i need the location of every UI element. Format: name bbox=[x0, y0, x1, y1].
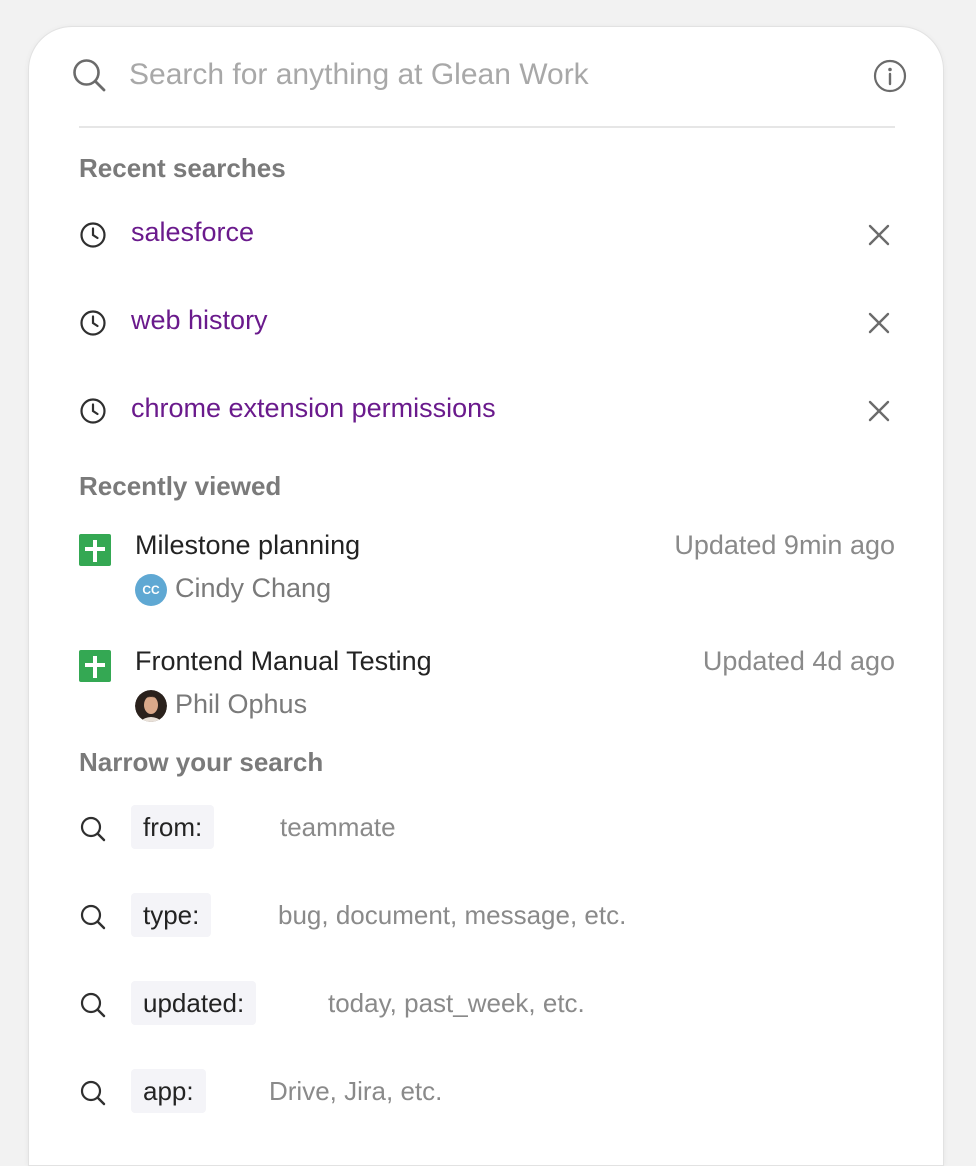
search-operator[interactable]: type: bbox=[131, 893, 212, 937]
search-bar bbox=[73, 27, 907, 128]
operator-hint: bug, document, message, etc. bbox=[278, 900, 627, 930]
recently-viewed-heading: Recently viewed bbox=[79, 471, 282, 501]
close-icon[interactable] bbox=[867, 311, 891, 335]
updated-time: Updated 4d ago bbox=[702, 646, 895, 676]
recent-searches-heading: Recent searches bbox=[79, 153, 286, 183]
close-icon[interactable] bbox=[867, 223, 891, 247]
clock-icon bbox=[80, 222, 106, 248]
recent-search-query[interactable]: chrome extension permissions bbox=[131, 393, 496, 424]
search-panel: Recent searches salesforce web history c… bbox=[28, 26, 944, 1166]
clock-icon bbox=[80, 398, 106, 424]
document-title[interactable]: Milestone planning bbox=[135, 530, 360, 561]
recently-viewed-item[interactable]: Frontend Manual Testing Updated 4d ago P… bbox=[79, 645, 895, 741]
owner-name: Cindy Chang bbox=[175, 573, 332, 603]
search-icon bbox=[80, 992, 106, 1018]
info-icon[interactable] bbox=[873, 59, 907, 93]
search-icon bbox=[80, 1080, 106, 1106]
search-operator[interactable]: updated: bbox=[131, 981, 257, 1025]
recently-viewed-item[interactable]: Milestone planning Updated 9min ago CC C… bbox=[79, 529, 895, 625]
recent-search-item[interactable]: salesforce bbox=[79, 205, 895, 265]
updated-time: Updated 9min ago bbox=[674, 530, 895, 560]
recent-search-query[interactable]: salesforce bbox=[131, 217, 254, 248]
operator-hint: Drive, Jira, etc. bbox=[269, 1076, 443, 1106]
search-input[interactable] bbox=[129, 51, 829, 99]
narrow-search-item[interactable]: type: bug, document, message, etc. bbox=[79, 887, 895, 947]
narrow-search-item[interactable]: updated: today, past_week, etc. bbox=[79, 975, 895, 1035]
search-operator[interactable]: app: bbox=[131, 1069, 206, 1113]
close-icon[interactable] bbox=[867, 399, 891, 423]
recent-search-query[interactable]: web history bbox=[131, 305, 268, 336]
narrow-search-item[interactable]: from: teammate bbox=[79, 799, 895, 859]
search-icon bbox=[73, 59, 106, 92]
google-sheets-icon bbox=[79, 534, 111, 566]
operator-hint: today, past_week, etc. bbox=[328, 988, 585, 1018]
clock-icon bbox=[80, 310, 106, 336]
recent-search-item[interactable]: chrome extension permissions bbox=[79, 381, 895, 441]
owner-name: Phil Ophus bbox=[175, 689, 308, 719]
operator-hint: teammate bbox=[280, 812, 396, 842]
avatar: CC bbox=[135, 574, 167, 606]
avatar-initials: CC bbox=[142, 583, 160, 597]
search-icon bbox=[80, 904, 106, 930]
narrow-search-heading: Narrow your search bbox=[79, 747, 324, 777]
document-title[interactable]: Frontend Manual Testing bbox=[135, 646, 432, 677]
narrow-search-item[interactable]: app: Drive, Jira, etc. bbox=[79, 1063, 895, 1123]
search-operator[interactable]: from: bbox=[131, 805, 215, 849]
search-icon bbox=[80, 816, 106, 842]
avatar bbox=[135, 690, 167, 722]
recent-search-item[interactable]: web history bbox=[79, 293, 895, 353]
google-sheets-icon bbox=[79, 650, 111, 682]
